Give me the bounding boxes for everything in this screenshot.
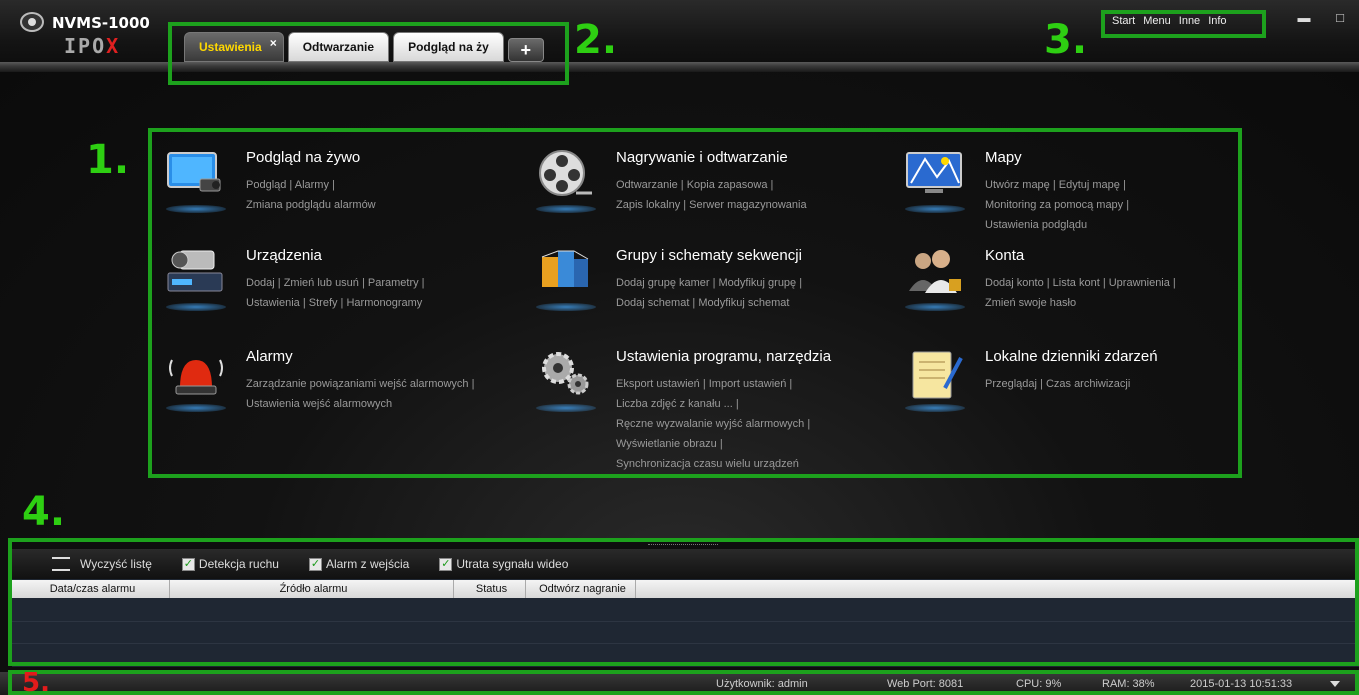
- annotation-box-alarm-panel: [8, 538, 1359, 666]
- app-title: NVMS-1000: [52, 14, 150, 32]
- annotation-number-1: 1.: [86, 137, 130, 183]
- logo-eye-icon: [20, 12, 44, 32]
- brand-logo: IPOX: [64, 34, 121, 58]
- annotation-number-3: 3.: [1044, 17, 1088, 63]
- minimize-icon[interactable]: ▬: [1296, 10, 1312, 26]
- annotation-box-top-menu: [1101, 10, 1266, 38]
- annotation-box-status-bar: [8, 670, 1359, 695]
- annotation-number-5: 5.: [22, 668, 50, 695]
- annotation-number-4: 4.: [22, 489, 66, 535]
- annotation-box-tabs: [168, 22, 569, 85]
- annotation-number-2: 2.: [574, 17, 618, 63]
- maximize-icon[interactable]: □: [1332, 10, 1348, 26]
- annotation-box-main-menu: [148, 128, 1242, 478]
- window-controls: ▬ □ ✕: [1296, 10, 1359, 26]
- app-logo: NVMS-1000 IPOX: [14, 8, 154, 60]
